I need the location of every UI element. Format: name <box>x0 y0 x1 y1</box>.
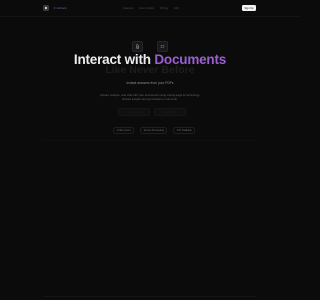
get-started-button[interactable]: Get Started <box>118 108 150 116</box>
stat-secure: Secure Processing <box>140 127 168 134</box>
hero-tagline: Instant answers from your PDFs <box>126 81 174 85</box>
nav-link-how-it-works[interactable]: How it works <box>139 7 154 10</box>
top-nav: ChatDocs Features How it works Pricing F… <box>0 0 300 17</box>
brand-name: ChatDocs <box>53 6 67 10</box>
hero-subheadline: Like Never Before <box>105 64 195 76</box>
learn-more-button[interactable]: Learn More <box>154 108 186 116</box>
chat-bubble-icon <box>157 41 168 52</box>
brand-accent: Docs <box>59 6 67 10</box>
sign-up-button[interactable]: Sign Up <box>242 5 256 11</box>
logo[interactable]: ChatDocs <box>43 5 67 11</box>
hero-icons <box>132 41 168 52</box>
stat-users: 1,000+ Users <box>113 127 135 134</box>
hero-description: Upload, analyze, and chat with your docu… <box>99 93 201 101</box>
nav-links: Features How it works Pricing FAQ <box>123 7 179 10</box>
nav-link-faq[interactable]: FAQ <box>174 7 179 10</box>
cta-row: Get Started Learn More <box>118 108 186 116</box>
logo-icon <box>43 5 49 11</box>
document-icon <box>132 41 143 52</box>
section-divider <box>43 140 257 141</box>
footer-divider <box>43 296 257 297</box>
nav-divider <box>0 16 300 17</box>
nav-link-pricing[interactable]: Pricing <box>160 7 168 10</box>
page: ChatDocs Features How it works Pricing F… <box>0 0 300 300</box>
stat-available: 24/7 Available <box>173 127 196 134</box>
nav-link-features[interactable]: Features <box>123 7 133 10</box>
stats-row: 1,000+ Users Secure Processing 24/7 Avai… <box>113 127 196 134</box>
